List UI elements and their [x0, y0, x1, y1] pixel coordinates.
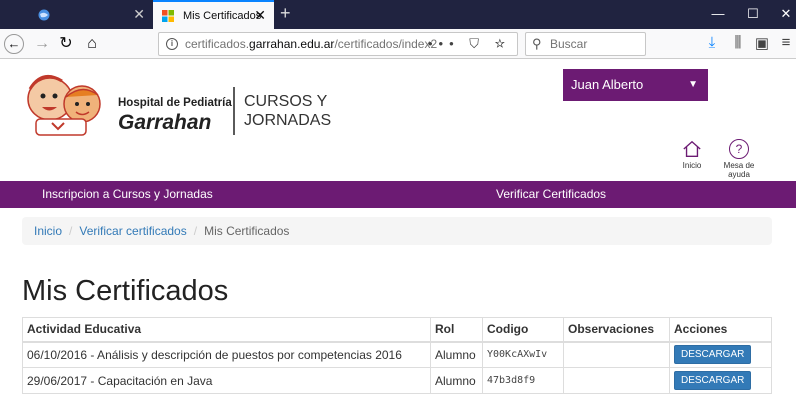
tab-title: Mis Certificados: [183, 9, 262, 22]
maximize-icon[interactable]: ☐: [743, 6, 763, 22]
home-icon: [682, 139, 702, 159]
download-button[interactable]: DESCARGAR: [674, 345, 752, 365]
main-nav: Inscripcion a Cursos y Jornadas Verifica…: [0, 181, 796, 208]
cell-codigo: Y00KcAXwIv: [482, 341, 564, 368]
help-icon: ?: [729, 139, 749, 159]
library-icon[interactable]: ⫼: [728, 34, 748, 51]
cell-acciones: DESCARGAR: [669, 367, 772, 394]
browser-tab-bar: ✕ Mis Certificados ✕ + — ☐ ✕: [0, 0, 796, 29]
col-observaciones: Observaciones: [563, 317, 670, 343]
cell-rol: Alumno: [430, 367, 483, 394]
download-icon[interactable]: ⤓: [702, 34, 722, 51]
cell-codigo: 47b3d8f9: [482, 367, 564, 394]
user-menu-dropdown[interactable]: Juan Alberto ▼: [563, 69, 708, 101]
browser-navigation-bar: ← → ↻ ⌂ i certificados.garrahan.edu.ar/c…: [0, 29, 796, 59]
table-row: 29/06/2017 - Capacitación en Java Alumno…: [22, 367, 772, 394]
user-name: Juan Alberto: [571, 77, 644, 92]
certificates-table: Actividad Educativa Rol Codigo Observaci…: [22, 317, 772, 394]
back-icon[interactable]: ←: [4, 34, 24, 54]
garrahan-logo: Hospital de Pediatría Garrahan CURSOS Y …: [27, 75, 331, 136]
breadcrumb-current: Mis Certificados: [204, 224, 290, 238]
browser-tab-active[interactable]: Mis Certificados ✕: [153, 0, 274, 29]
menu-icon[interactable]: ≡: [776, 34, 796, 51]
close-tab-icon[interactable]: ✕: [133, 6, 145, 23]
col-actividad: Actividad Educativa: [22, 317, 431, 343]
logo-line3: CURSOS Y: [244, 93, 328, 110]
logo-line4: JORNADAS: [244, 112, 331, 129]
download-button[interactable]: DESCARGAR: [674, 371, 752, 390]
cell-observaciones: [563, 367, 670, 394]
browser-tab-inactive[interactable]: ✕: [29, 0, 153, 29]
search-icon: ⚲: [532, 36, 542, 51]
home-icon[interactable]: ⌂: [82, 34, 102, 54]
cell-acciones: DESCARGAR: [669, 341, 772, 368]
search-input[interactable]: ⚲ Buscar: [525, 32, 646, 56]
search-placeholder: Buscar: [550, 37, 588, 51]
breadcrumb-separator: /: [193, 224, 198, 238]
cell-rol: Alumno: [430, 341, 483, 368]
col-acciones: Acciones: [669, 317, 772, 343]
forward-icon[interactable]: →: [32, 34, 52, 54]
breadcrumb-inicio[interactable]: Inicio: [34, 224, 62, 238]
page: Hospital de Pediatría Garrahan CURSOS Y …: [0, 59, 796, 402]
cell-observaciones: [563, 341, 670, 368]
windows-favicon-icon: [162, 9, 174, 22]
close-window-icon[interactable]: ✕: [776, 6, 796, 22]
breadcrumb-separator: /: [69, 224, 73, 238]
nav-item-verificar[interactable]: Verificar Certificados: [496, 181, 606, 208]
minimize-icon[interactable]: —: [708, 6, 728, 21]
url-prefix: certificados.: [185, 37, 250, 51]
reload-icon[interactable]: ↻: [56, 34, 76, 54]
table-header-row: Actividad Educativa Rol Codigo Observaci…: [22, 317, 772, 343]
breadcrumb-verificar[interactable]: Verificar certificados: [79, 224, 186, 238]
url-path: /certificados/index2: [334, 37, 438, 51]
quick-link-label: Inicio: [682, 161, 702, 170]
quick-link-inicio[interactable]: Inicio: [672, 139, 712, 170]
info-icon[interactable]: i: [166, 38, 178, 50]
url-bar[interactable]: i certificados.garrahan.edu.ar/certifica…: [158, 32, 518, 56]
chevron-down-icon: ▼: [688, 79, 698, 90]
close-tab-icon[interactable]: ✕: [254, 7, 266, 24]
cell-actividad: 29/06/2017 - Capacitación en Java: [22, 367, 431, 394]
breadcrumb: Inicio / Verificar certificados / Mis Certif…: [22, 217, 772, 245]
page-title: Mis Certificados: [22, 275, 229, 307]
cell-actividad: 06/10/2016 - Análisis y descripción de p…: [22, 341, 431, 368]
table-row: 06/10/2016 - Análisis y descripción de p…: [22, 341, 772, 368]
globe-icon: [38, 9, 50, 20]
url-host: garrahan.edu.ar: [249, 37, 335, 51]
quick-link-mesa-ayuda[interactable]: ? Mesa de ayuda: [719, 139, 759, 179]
url-actions-icon[interactable]: ••• ⛉ ☆: [428, 33, 511, 55]
logo-line2: Garrahan: [118, 111, 211, 134]
quick-link-label: Mesa de ayuda: [723, 161, 755, 179]
col-rol: Rol: [430, 317, 483, 343]
col-codigo: Codigo: [482, 317, 564, 343]
new-tab-icon[interactable]: +: [280, 3, 291, 24]
sidebar-icon[interactable]: ▣: [752, 34, 772, 52]
logo-line1: Hospital de Pediatría: [118, 97, 232, 109]
nav-item-inscripcion[interactable]: Inscripcion a Cursos y Jornadas: [42, 181, 213, 208]
